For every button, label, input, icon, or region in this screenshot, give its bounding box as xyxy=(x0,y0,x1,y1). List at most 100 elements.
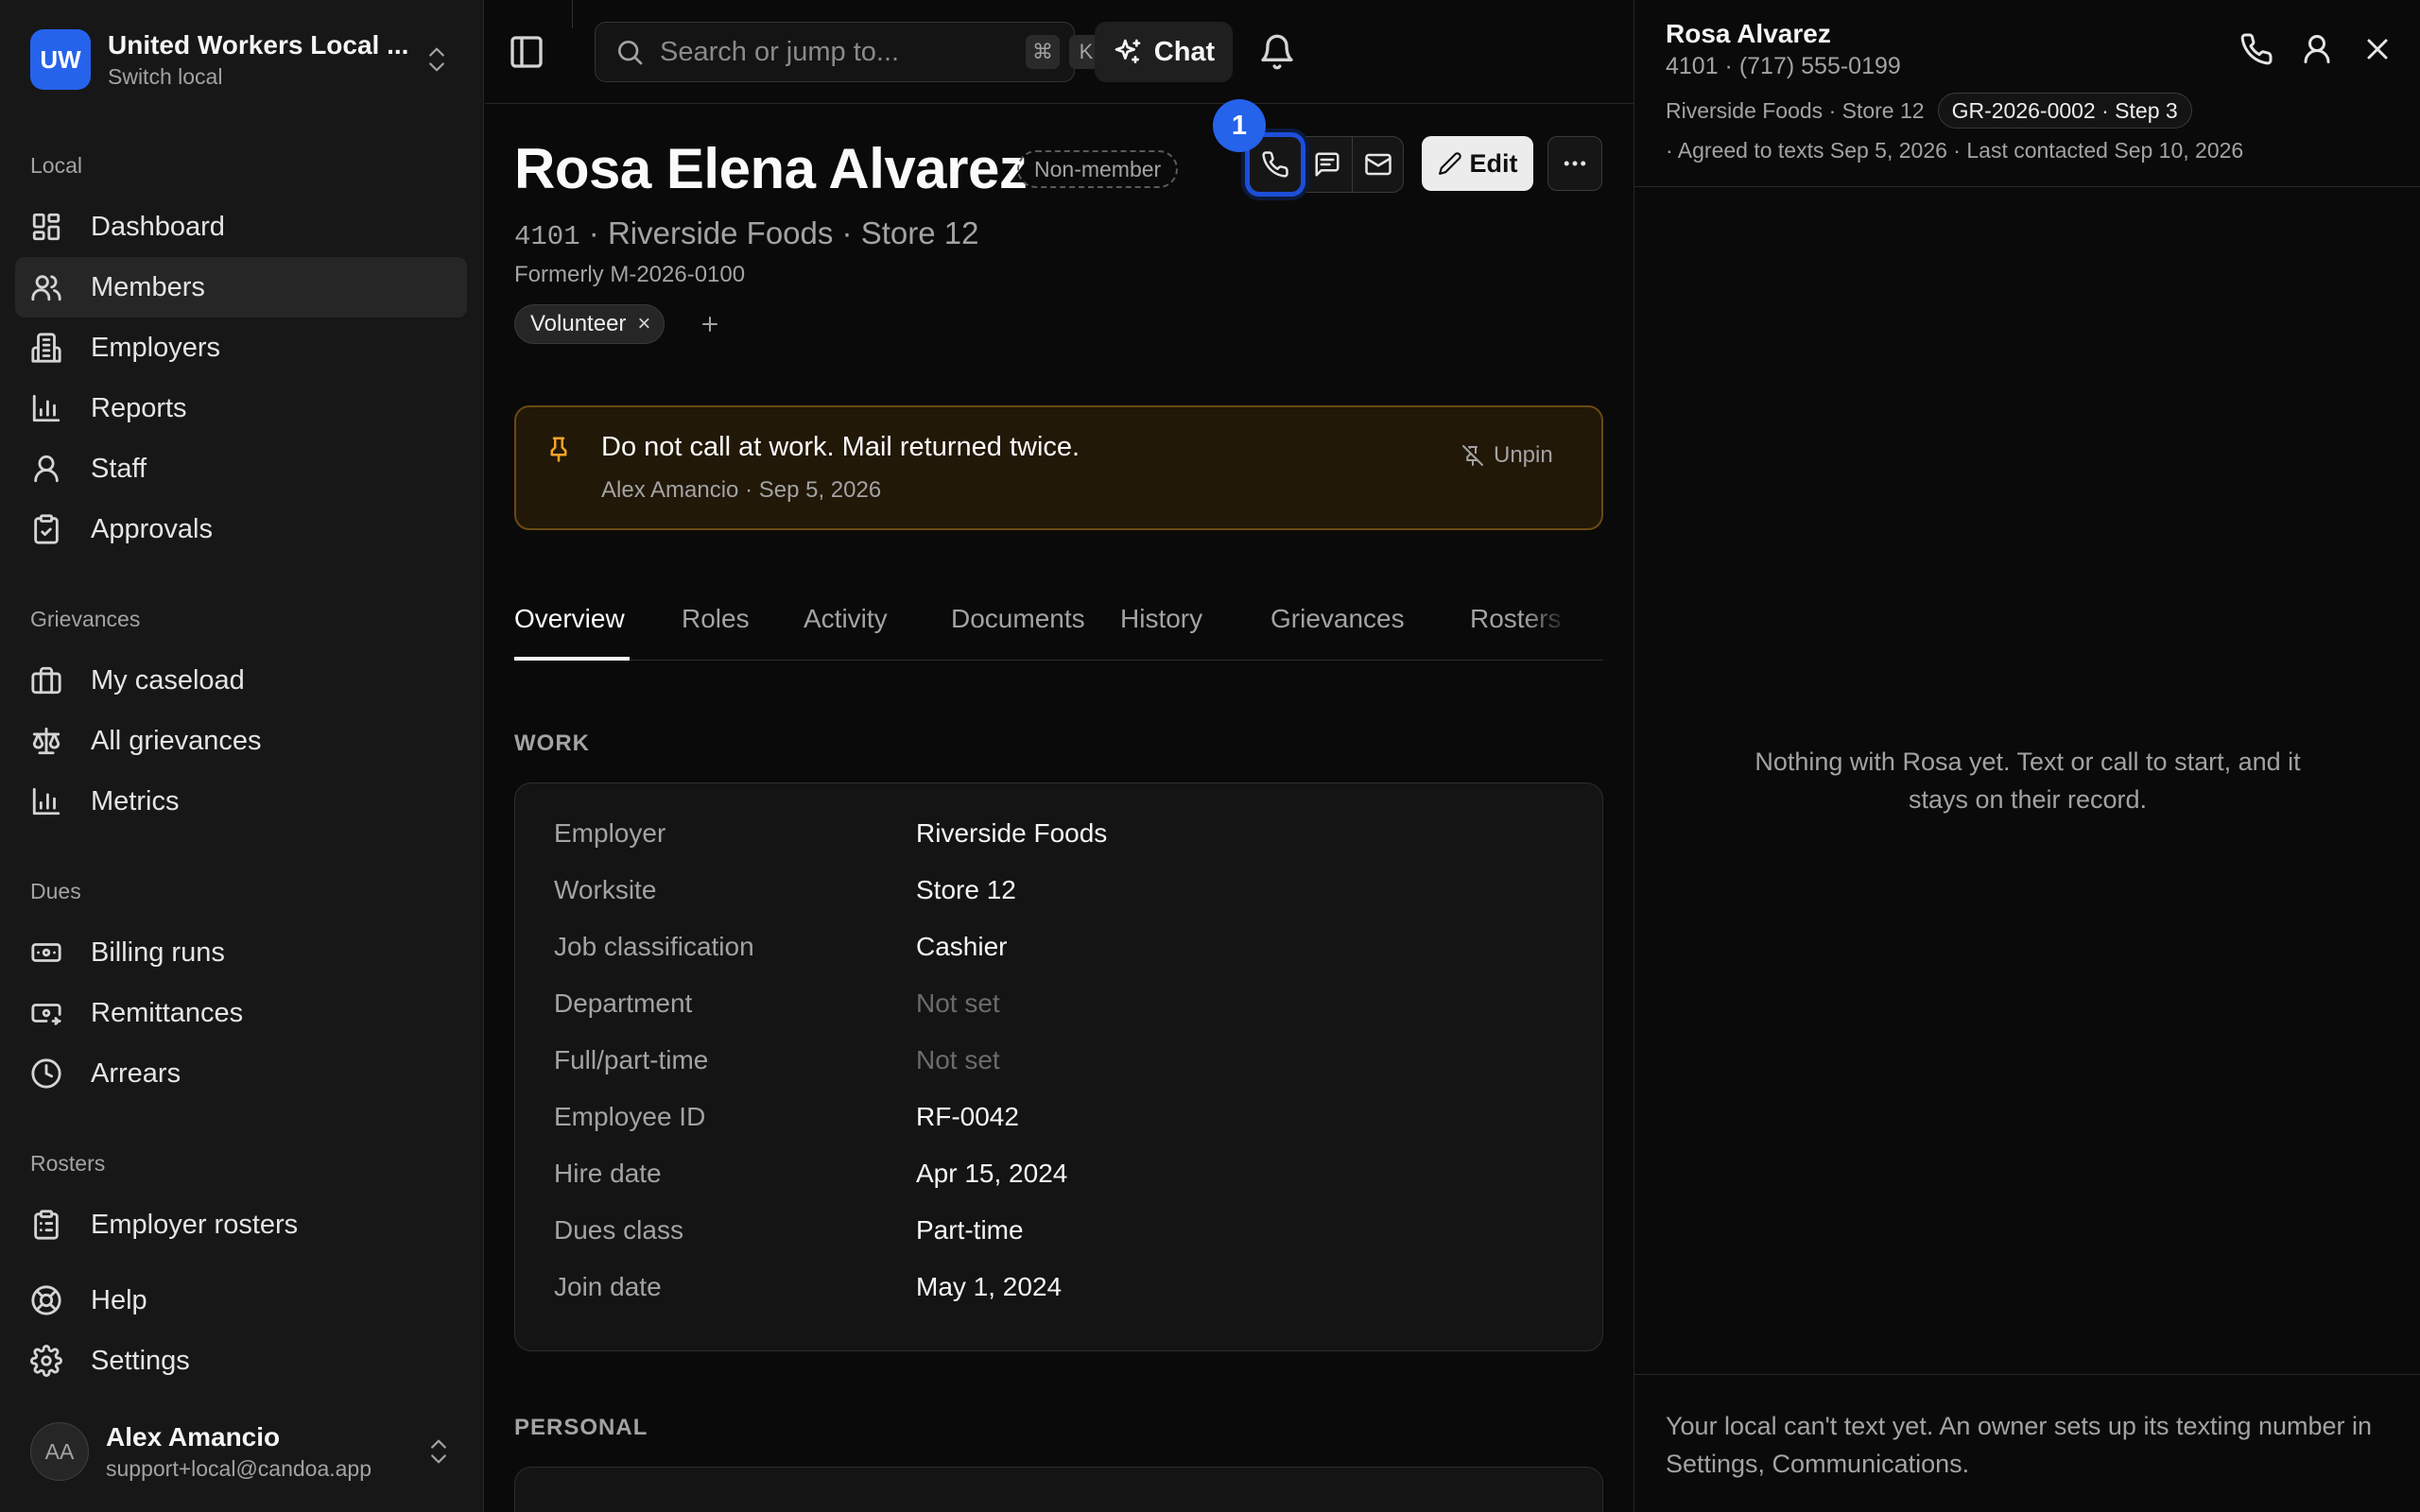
clipboard-check-icon xyxy=(30,513,62,545)
panel-profile-button[interactable] xyxy=(2300,32,2334,66)
sidebar-item-label: Remittances xyxy=(91,997,244,1028)
member-detail: Rosa Elena Alvarez Non-member 1 Edit 410… xyxy=(485,99,1634,1512)
email-button[interactable] xyxy=(1352,137,1403,192)
sidebar-toggle-button[interactable] xyxy=(508,33,545,71)
grievance-chip[interactable]: GR-2026-0002 · Step 3 xyxy=(1937,93,2192,129)
nav-section-rosters: Rosters xyxy=(30,1151,106,1176)
contact-workplace: Riverside Foods · Store 12 xyxy=(1666,97,1925,123)
clock-icon xyxy=(30,1057,62,1090)
sidebar-item-dashboard[interactable]: Dashboard xyxy=(15,197,467,257)
field-value: Store 12 xyxy=(916,875,1016,904)
sidebar-item-staff[interactable]: Staff xyxy=(15,438,467,499)
field-label: Employer xyxy=(554,818,666,848)
sparkles-icon xyxy=(1113,37,1143,67)
local-switch-label: Switch local xyxy=(108,63,223,89)
sidebar-item-billing-runs[interactable]: Billing runs xyxy=(15,922,467,983)
sidebar-item-label: Settings xyxy=(91,1345,190,1376)
notifications-button[interactable] xyxy=(1258,33,1296,71)
sidebar-item-label: Employers xyxy=(91,332,220,363)
user-name: Alex Amancio xyxy=(106,1421,281,1452)
work-row-hire-date: Hire date Apr 15, 2024 xyxy=(554,1155,1575,1193)
search-box[interactable]: ⌘ K xyxy=(595,22,1103,82)
panel-call-button[interactable] xyxy=(2239,32,2273,66)
tab-rosters[interactable]: Rosters xyxy=(1470,596,1561,661)
sidebar-item-employer-rosters[interactable]: Employer rosters xyxy=(15,1194,467,1255)
chat-button[interactable]: Chat xyxy=(1095,22,1233,82)
sidebar-item-metrics[interactable]: Metrics xyxy=(15,771,467,832)
sidebar-item-label: Members xyxy=(91,271,205,302)
text-button[interactable] xyxy=(1301,137,1352,192)
pencil-icon xyxy=(1438,151,1462,176)
edit-label: Edit xyxy=(1469,148,1518,178)
sidebar-item-all-grievances[interactable]: All grievances xyxy=(15,711,467,771)
status-badge: Non-member xyxy=(1017,150,1179,188)
panel-close-button[interactable] xyxy=(2360,32,2394,66)
section-personal-label: PERSONAL xyxy=(514,1415,648,1440)
search-input[interactable] xyxy=(660,36,1016,68)
work-card: Employer Riverside Foods Worksite Store 12… xyxy=(514,782,1603,1351)
sidebar-item-arrears[interactable]: Arrears xyxy=(15,1043,467,1104)
sidebar-item-employers[interactable]: Employers xyxy=(15,318,467,378)
bar-chart-icon xyxy=(30,785,62,817)
user-text: Alex Amancio support+local@candoa.app xyxy=(106,1422,425,1482)
pinned-note: Do not call at work. Mail returned twice… xyxy=(514,405,1603,530)
work-row-department: Department Not set xyxy=(554,985,1575,1022)
plus-icon xyxy=(699,313,721,335)
former-id: Formerly M-2026-0100 xyxy=(514,262,746,287)
banknote-arrow-icon xyxy=(30,997,62,1029)
pinned-note-text: Do not call at work. Mail returned twice… xyxy=(601,432,1080,462)
sidebar-item-label: All grievances xyxy=(91,725,262,756)
bell-icon xyxy=(1258,33,1296,71)
member-number: 4101 xyxy=(514,221,580,252)
work-row-dues-class: Dues class Part-time xyxy=(554,1211,1575,1249)
conversation-empty-state: Nothing with Rosa yet. Text or call to s… xyxy=(1754,747,2301,814)
sidebar-item-reports[interactable]: Reports xyxy=(15,378,467,438)
clipboard-list-icon xyxy=(30,1209,62,1241)
sidebar-item-approvals[interactable]: Approvals xyxy=(15,499,467,559)
tag-remove-button[interactable]: × xyxy=(637,311,650,337)
user-menu[interactable]: AA Alex Amancio support+local@candoa.app xyxy=(15,1412,467,1491)
tab-grievances[interactable]: Grievances xyxy=(1270,596,1405,661)
more-actions-button[interactable] xyxy=(1547,136,1602,191)
tab-activity[interactable]: Activity xyxy=(804,596,888,661)
sidebar-item-label: Metrics xyxy=(91,785,180,816)
tab-roles[interactable]: Roles xyxy=(682,596,750,661)
section-work-label: WORK xyxy=(514,730,590,756)
field-label: Join date xyxy=(554,1272,662,1301)
page-title: Rosa Elena Alvarez xyxy=(514,137,1028,200)
contact-panel: Rosa Alvarez 4101 · (717) 555-0199 River… xyxy=(1634,0,2420,1512)
sidebar-item-help[interactable]: Help xyxy=(15,1270,467,1331)
pinned-note-meta: Alex Amancio · Sep 5, 2026 xyxy=(601,477,882,503)
call-button[interactable] xyxy=(1250,137,1301,192)
search-icon xyxy=(614,37,645,67)
bar-chart-icon xyxy=(30,392,62,424)
field-value: RF-0042 xyxy=(916,1102,1019,1131)
top-bar: ⌘ K Chat xyxy=(485,0,1634,104)
sidebar-item-remittances[interactable]: Remittances xyxy=(15,983,467,1043)
sidebar-item-label: Reports xyxy=(91,392,187,423)
pin-off-icon xyxy=(1461,444,1484,467)
chevrons-up-down-icon xyxy=(424,43,450,77)
nav-section-dues: Dues xyxy=(30,879,81,903)
phone-icon xyxy=(1261,150,1289,179)
member-workplace: · Riverside Foods · Store 12 xyxy=(579,215,979,250)
tab-overview[interactable]: Overview xyxy=(514,596,630,661)
texting-unavailable-notice: Your local can't text yet. An owner sets… xyxy=(1666,1412,2373,1478)
add-tag-button[interactable] xyxy=(694,308,726,340)
chevrons-up-down-icon xyxy=(425,1435,452,1469)
work-row-worksite: Worksite Store 12 xyxy=(554,871,1575,909)
tab-history[interactable]: History xyxy=(1120,596,1202,661)
life-buoy-icon xyxy=(30,1284,62,1316)
local-switcher[interactable]: UW United Workers Local ... Switch local xyxy=(15,19,465,100)
edit-button[interactable]: Edit xyxy=(1422,136,1533,191)
contact-meta: Riverside Foods · Store 12 GR-2026-0002 … xyxy=(1666,93,2192,129)
local-text: United Workers Local ... Switch local xyxy=(108,30,424,90)
unpin-button[interactable]: Unpin xyxy=(1461,439,1553,472)
work-row-job-classification: Job classification Cashier xyxy=(554,928,1575,966)
sidebar-item-settings[interactable]: Settings xyxy=(15,1331,467,1391)
mail-icon xyxy=(1364,150,1392,179)
contact-panel-header: Rosa Alvarez 4101 · (717) 555-0199 River… xyxy=(1634,0,2420,187)
sidebar-item-members[interactable]: Members xyxy=(15,257,467,318)
tab-documents[interactable]: Documents xyxy=(951,596,1085,661)
sidebar-item-my-caseload[interactable]: My caseload xyxy=(15,650,467,711)
